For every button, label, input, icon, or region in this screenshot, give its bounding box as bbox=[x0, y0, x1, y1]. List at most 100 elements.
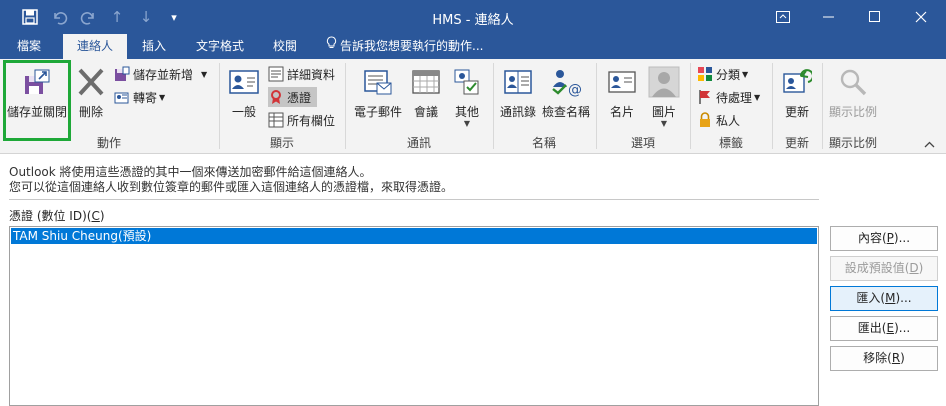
remove-button-key: R bbox=[891, 351, 901, 365]
maximize-icon[interactable] bbox=[852, 0, 898, 34]
minimize-icon[interactable] bbox=[806, 0, 852, 34]
export-button-text: 匯出( bbox=[857, 321, 887, 335]
business-card-button[interactable]: 名片 bbox=[603, 65, 641, 120]
calendar-icon bbox=[409, 65, 443, 99]
email-label: 電子郵件 bbox=[353, 105, 402, 119]
magnifier-icon bbox=[836, 65, 870, 99]
lightbulb-icon bbox=[326, 34, 337, 59]
import-button[interactable]: 匯入(M)... bbox=[830, 286, 938, 311]
certificates-list-label: 憑證 (數位 ID)(C) bbox=[9, 207, 105, 224]
address-book-icon bbox=[501, 65, 535, 99]
tab-format-text[interactable]: 文字格式 bbox=[187, 34, 253, 59]
remove-button[interactable]: 移除(R) bbox=[830, 346, 938, 371]
certificates-list-label-key: C bbox=[91, 209, 100, 223]
delete-label: 刪除 bbox=[78, 105, 103, 119]
properties-button[interactable]: 內容(P)... bbox=[830, 226, 938, 251]
set-default-button-key: D bbox=[909, 261, 919, 275]
remove-button-suffix: ) bbox=[900, 351, 905, 365]
import-button-suffix: )... bbox=[895, 291, 912, 305]
delete-button[interactable]: 刪除 bbox=[74, 65, 108, 120]
all-fields-button[interactable]: 所有欄位 bbox=[268, 110, 335, 130]
certificates-list[interactable]: TAM Shiu Cheung(預設) bbox=[9, 226, 819, 406]
private-button[interactable]: 私人 bbox=[697, 110, 740, 130]
tab-file[interactable]: 檔案 bbox=[6, 34, 52, 59]
update-icon bbox=[780, 65, 814, 99]
all-fields-icon bbox=[268, 112, 284, 128]
picture-label: 圖片 bbox=[651, 105, 676, 119]
update-label: 更新 bbox=[784, 105, 809, 119]
save-close-label: 儲存並關閉 bbox=[6, 105, 67, 119]
group-label-communicate: 通訊 bbox=[406, 136, 431, 150]
tab-insert[interactable]: 插入 bbox=[132, 34, 176, 59]
group-label-show: 顯示 bbox=[269, 136, 294, 150]
details-button[interactable]: 詳細資料 bbox=[268, 64, 335, 84]
forward-label: 轉寄 bbox=[133, 90, 158, 105]
meeting-label: 會議 bbox=[413, 105, 438, 119]
lock-icon bbox=[697, 112, 713, 128]
group-label-options: 選項 bbox=[630, 136, 655, 150]
check-names-label: 檢查名稱 bbox=[541, 105, 590, 119]
categorize-label: 分類 bbox=[716, 67, 741, 82]
export-button-suffix: )... bbox=[894, 321, 911, 335]
ribbon-tabs: 檔案 連絡人 插入 文字格式 校閱 告訴我您想要執行的動作... bbox=[0, 34, 946, 60]
more-communicate-icon bbox=[450, 65, 484, 99]
certificates-button[interactable]: 憑證 bbox=[268, 87, 318, 107]
save-new-label: 儲存並新增 bbox=[133, 67, 194, 82]
private-label: 私人 bbox=[716, 113, 741, 128]
certificates-list-label-suffix: ) bbox=[99, 209, 105, 223]
contact-card-icon bbox=[227, 65, 261, 99]
business-card-label: 名片 bbox=[609, 105, 634, 119]
picture-button[interactable]: 圖片 ▼ bbox=[645, 65, 683, 128]
export-button[interactable]: 匯出(E)... bbox=[830, 316, 938, 341]
address-book-button[interactable]: 通訊錄 bbox=[498, 65, 538, 120]
group-label-tags: 標籤 bbox=[718, 136, 743, 150]
tell-me-search[interactable]: 告訴我您想要執行的動作... bbox=[326, 34, 483, 59]
certificates-label: 憑證 bbox=[287, 90, 312, 105]
save-close-button[interactable]: 儲存並關閉 bbox=[5, 65, 69, 120]
group-label-names: 名稱 bbox=[531, 136, 556, 150]
email-icon bbox=[361, 65, 395, 99]
remove-button-text: 移除( bbox=[863, 351, 892, 365]
import-button-key: M bbox=[885, 291, 896, 305]
categorize-button[interactable]: 分類 ▼ bbox=[697, 64, 748, 84]
ribbon-display-icon[interactable] bbox=[760, 0, 806, 34]
update-button[interactable]: 更新 bbox=[779, 65, 815, 120]
categorize-icon bbox=[697, 66, 713, 82]
close-icon[interactable] bbox=[898, 0, 944, 34]
title-bar: ↑ ↓ ▾ HMS - 連絡人 bbox=[0, 0, 946, 34]
set-default-button-suffix: ) bbox=[918, 261, 924, 275]
more-button[interactable]: 其他 ▼ bbox=[450, 65, 484, 128]
forward-icon bbox=[114, 89, 130, 105]
zoom-button[interactable]: 顯示比例 bbox=[826, 65, 880, 120]
group-label-actions: 動作 bbox=[96, 136, 121, 150]
business-card-icon bbox=[605, 65, 639, 99]
email-button[interactable]: 電子郵件 bbox=[352, 65, 404, 120]
general-button[interactable]: 一般 bbox=[226, 65, 262, 120]
meeting-button[interactable]: 會議 bbox=[410, 65, 442, 120]
set-default-button[interactable]: 設成預設值(D) bbox=[830, 256, 938, 281]
save-new-icon bbox=[114, 66, 130, 82]
follow-up-button[interactable]: 待處理 ▼ bbox=[697, 87, 760, 107]
properties-button-key: P bbox=[886, 231, 894, 245]
check-names-button[interactable]: @ 檢查名稱 bbox=[540, 65, 592, 120]
collapse-ribbon-icon[interactable] bbox=[924, 137, 935, 151]
all-fields-label: 所有欄位 bbox=[287, 113, 336, 128]
address-book-label: 通訊錄 bbox=[499, 105, 536, 119]
import-button-text: 匯入( bbox=[856, 291, 886, 305]
list-item[interactable]: TAM Shiu Cheung(預設) bbox=[11, 228, 817, 244]
save-new-button[interactable]: 儲存並新增 ▼ bbox=[114, 64, 207, 84]
group-label-update: 更新 bbox=[784, 136, 809, 150]
check-names-icon: @ bbox=[549, 65, 583, 99]
flag-icon bbox=[697, 89, 713, 105]
chevron-down-icon: ▼ bbox=[754, 92, 761, 102]
chevron-down-icon: ▼ bbox=[201, 69, 208, 79]
general-label: 一般 bbox=[231, 105, 256, 119]
forward-button[interactable]: 轉寄 ▼ bbox=[114, 87, 165, 107]
chevron-down-icon: ▼ bbox=[742, 69, 749, 79]
properties-button-suffix: )... bbox=[893, 231, 911, 245]
divider bbox=[9, 199, 819, 200]
info-line-2: 您可以從這個連絡人收到數位簽章的郵件或匯入這個連絡人的憑證檔，來取得憑證。 bbox=[9, 180, 454, 194]
tab-contact[interactable]: 連絡人 bbox=[63, 34, 127, 60]
delete-icon bbox=[74, 65, 108, 99]
tab-review[interactable]: 校閱 bbox=[262, 34, 308, 59]
